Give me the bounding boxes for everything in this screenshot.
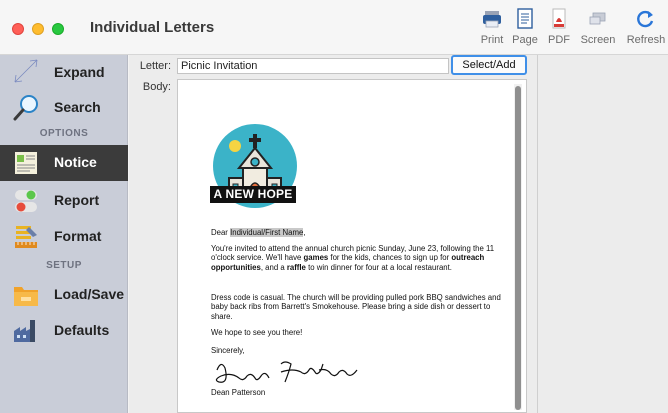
screen-icon: [589, 12, 606, 25]
logo-banner: A NEW HOPE: [210, 186, 296, 203]
signature-image: [215, 361, 358, 383]
app-window: Individual Letters Print Page PDF Screen…: [0, 0, 668, 413]
print-button[interactable]: Print: [474, 6, 510, 52]
page-icon: [517, 8, 533, 29]
screen-button[interactable]: Screen: [576, 6, 620, 52]
sidebar-item-report[interactable]: Report: [0, 183, 128, 219]
pdf-button[interactable]: PDF: [544, 6, 574, 52]
refresh-icon: [637, 10, 654, 28]
body-scrollbar[interactable]: [514, 84, 522, 410]
expand-icon: [14, 59, 38, 83]
factory-icon: [14, 320, 35, 342]
sidebar-item-defaults[interactable]: Defaults: [0, 313, 128, 349]
pdf-icon: [552, 8, 566, 29]
preview-pane: [537, 55, 668, 413]
letter-label: Letter:: [139, 60, 171, 72]
search-icon: [13, 95, 38, 121]
signer-name: Dean Patterson: [211, 388, 266, 397]
printer-icon: [483, 11, 501, 28]
sidebar-item-search[interactable]: Search: [0, 90, 128, 126]
greeting: Dear Individual/First Name,: [211, 228, 306, 237]
minimize-window-button[interactable]: [32, 23, 44, 35]
refresh-button[interactable]: Refresh: [624, 6, 668, 52]
body-label: Body:: [142, 81, 171, 93]
scrollbar-thumb[interactable]: [515, 86, 521, 410]
paragraph-3: We hope to see you there!: [211, 328, 303, 337]
folder-icon: [14, 287, 38, 306]
sidebar-item-expand[interactable]: Expand: [0, 55, 128, 91]
toggle-icon: [15, 190, 37, 212]
letter-name-field[interactable]: Picnic Invitation: [177, 58, 449, 74]
close-window-button[interactable]: [12, 23, 24, 35]
letter-editor: Letter: Picnic Invitation Select/Add Bod…: [129, 55, 537, 413]
select-add-button[interactable]: Select/Add: [451, 55, 527, 75]
notice-icon: [15, 152, 37, 174]
merge-field-first-name[interactable]: Individual/First Name: [230, 228, 304, 237]
sidebar-item-notice[interactable]: Notice: [0, 145, 128, 181]
paragraph-1: You're invited to attend the annual chur…: [211, 244, 495, 272]
sidebar-item-format[interactable]: Format: [0, 219, 128, 255]
section-header-options: OPTIONS: [39, 128, 89, 139]
closing: Sincerely,: [211, 346, 245, 355]
title-bar: Individual Letters Print Page PDF Screen…: [0, 0, 668, 55]
paragraph-2: Dress code is casual. The church will be…: [211, 293, 501, 321]
format-icon: [15, 226, 37, 248]
letter-body-editor[interactable]: A NEW HOPE Dear Individual/First Name, Y…: [177, 79, 527, 413]
section-header-setup: SETUP: [46, 260, 82, 271]
window-title: Individual Letters: [90, 19, 215, 36]
page-button[interactable]: Page: [510, 6, 540, 52]
zoom-window-button[interactable]: [52, 23, 64, 35]
sidebar-item-load-save[interactable]: Load/Save: [0, 277, 128, 313]
sidebar: Expand Search OPTIONS Notice Report Form…: [0, 55, 128, 413]
